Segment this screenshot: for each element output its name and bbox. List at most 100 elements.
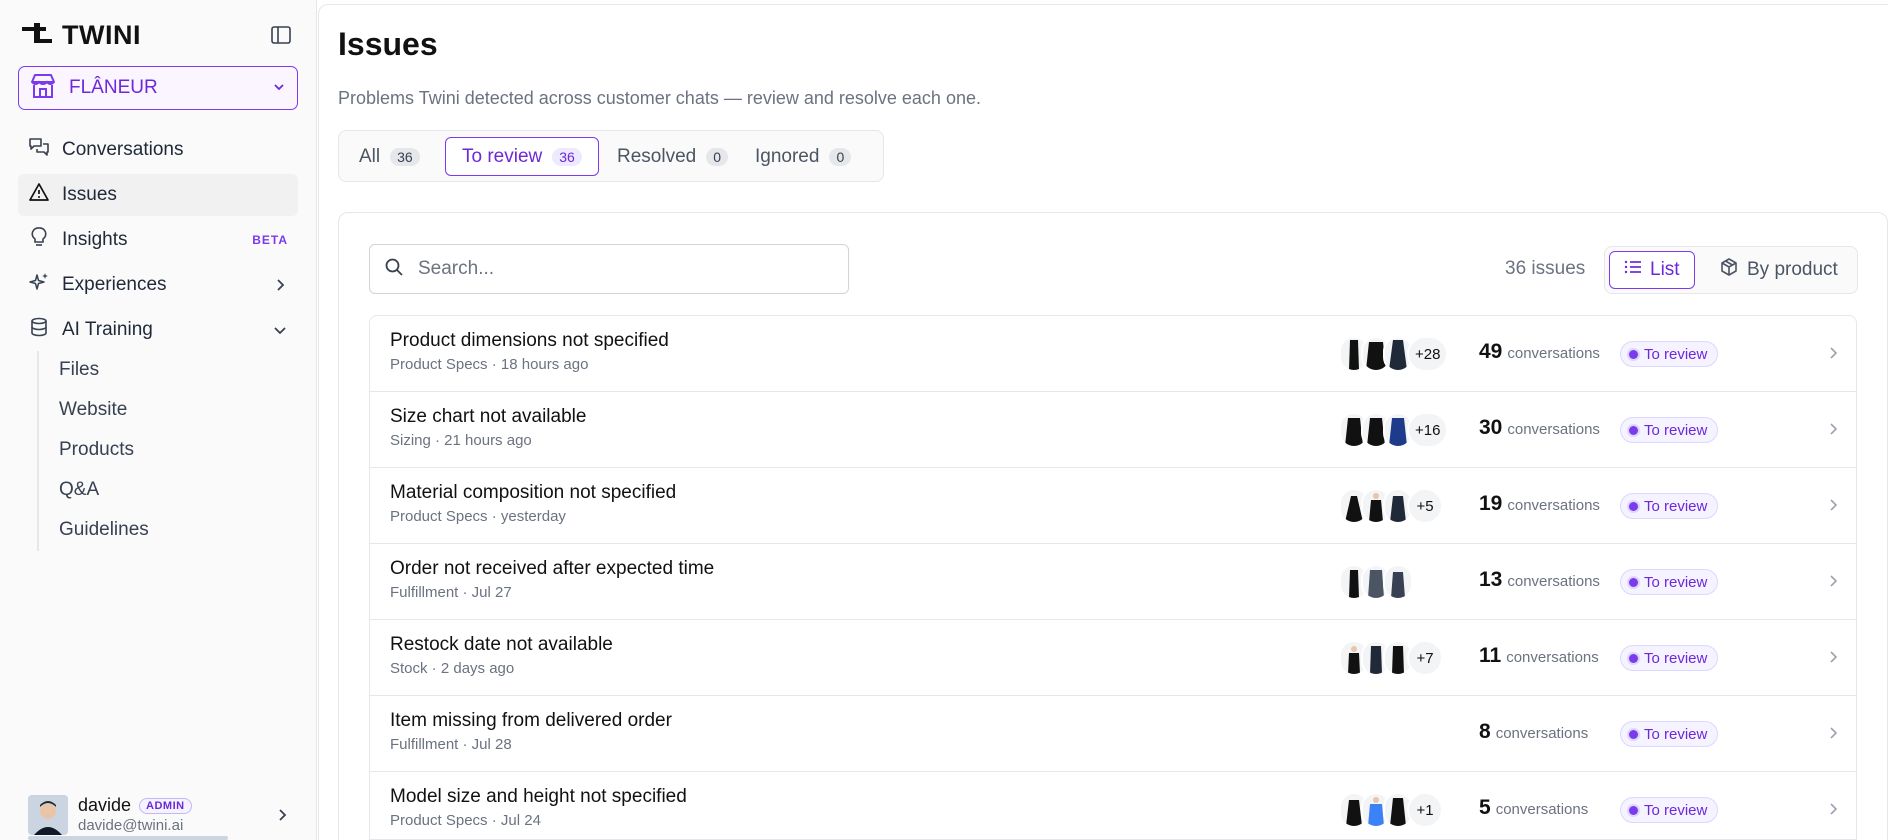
tab-to-review[interactable]: To review 36 <box>445 137 599 176</box>
status-dot-icon <box>1629 577 1638 587</box>
sidebar-subitem-products[interactable]: Products <box>59 435 134 465</box>
role-badge: ADMIN <box>139 797 192 814</box>
table-row[interactable]: Model size and height not specified Prod… <box>370 772 1856 839</box>
issue-meta: Product Specs · 18 hours ago <box>390 356 589 373</box>
product-thumbnails: +1 <box>1339 792 1443 828</box>
table-row[interactable]: Item missing from delivered order Fulfil… <box>370 696 1856 772</box>
chat-icon <box>28 136 50 164</box>
search-box[interactable] <box>369 244 849 294</box>
chevron-down-icon <box>272 322 288 344</box>
tab-label: Resolved <box>617 145 697 167</box>
by-product-view-label: By product <box>1747 259 1838 280</box>
sidebar-subitem-guidelines[interactable]: Guidelines <box>59 515 149 545</box>
sidebar-item-label: Issues <box>62 184 117 205</box>
lightbulb-icon <box>28 226 50 254</box>
status-dot-icon <box>1629 805 1638 815</box>
tab-label: All <box>359 145 381 167</box>
issue-meta: Stock · 2 days ago <box>390 660 515 677</box>
database-icon <box>28 316 50 344</box>
status-label: To review <box>1644 573 1708 591</box>
user-menu[interactable]: davide ADMIN davide@twini.ai <box>28 795 298 837</box>
page-subtitle: Problems Twini detected across customer … <box>338 88 981 108</box>
status-label: To review <box>1644 345 1708 363</box>
sidebar-subitem-qa[interactable]: Q&A <box>59 475 99 505</box>
by-product-view-button[interactable]: By product <box>1705 251 1852 289</box>
sidebar-subitem-website[interactable]: Website <box>59 395 127 425</box>
sidebar-item-experiences[interactable]: Experiences <box>18 264 298 306</box>
table-row[interactable]: Size chart not available Sizing · 21 hou… <box>370 392 1856 468</box>
conversation-count: 5 conversations <box>1479 796 1588 820</box>
status-label: To review <box>1644 649 1708 667</box>
twini-logo-icon <box>20 21 54 50</box>
status-badge: To review <box>1620 417 1719 443</box>
status-badge: To review <box>1620 645 1719 671</box>
sidebar-scrollbar[interactable] <box>28 836 228 840</box>
brand-name: TWINI <box>62 19 141 50</box>
conversation-count: 49 conversations <box>1479 340 1600 364</box>
status-badge: To review <box>1620 493 1719 519</box>
status-tabs: All 36 To review 36 Resolved 0 Ignored 0 <box>338 130 884 182</box>
avatar <box>28 795 68 835</box>
product-thumbnails <box>1339 564 1413 600</box>
issue-meta: Product Specs · yesterday <box>390 508 566 525</box>
issue-title: Size chart not available <box>390 406 587 427</box>
product-thumbnails: +28 <box>1339 336 1449 372</box>
issue-meta: Fulfillment · Jul 27 <box>390 584 512 601</box>
warning-icon <box>28 181 50 209</box>
chevron-right-icon <box>272 277 288 299</box>
brand-logo[interactable]: TWINI <box>20 20 141 50</box>
sidebar-subitem-files[interactable]: Files <box>59 355 99 385</box>
conversation-count-label: conversations <box>1507 421 1600 438</box>
search-input[interactable] <box>418 258 818 280</box>
conversation-count-value: 30 <box>1479 416 1503 439</box>
status-dot-icon <box>1629 653 1638 663</box>
issues-table: Product dimensions not specified Product… <box>369 315 1857 840</box>
conversation-count-value: 19 <box>1479 492 1503 515</box>
conversation-count-value: 8 <box>1479 720 1491 743</box>
more-products-badge: +7 <box>1407 640 1443 676</box>
sidebar-toggle-icon[interactable] <box>268 23 294 47</box>
issue-title: Model size and height not specified <box>390 786 687 807</box>
chevron-right-icon <box>1826 650 1840 669</box>
tab-count: 36 <box>552 147 582 166</box>
tab-all[interactable]: All 36 <box>343 137 436 176</box>
issue-title: Material composition not specified <box>390 482 677 503</box>
store-switcher[interactable]: FLÂNEUR <box>18 66 298 110</box>
product-thumbnail <box>1383 564 1413 600</box>
tab-count: 0 <box>829 147 852 166</box>
search-icon <box>384 257 404 282</box>
tab-ignored[interactable]: Ignored 0 <box>739 137 867 176</box>
status-dot-icon <box>1629 729 1638 739</box>
conversation-count-label: conversations <box>1506 649 1599 666</box>
list-icon <box>1624 259 1642 281</box>
table-row[interactable]: Restock date not available Stock · 2 day… <box>370 620 1856 696</box>
conversation-count-label: conversations <box>1507 497 1600 514</box>
table-row[interactable]: Material composition not specified Produ… <box>370 468 1856 544</box>
conversation-count: 30 conversations <box>1479 416 1600 440</box>
sidebar-item-conversations[interactable]: Conversations <box>18 129 298 171</box>
issue-title: Item missing from delivered order <box>390 710 672 731</box>
status-label: To review <box>1644 421 1708 439</box>
status-badge: To review <box>1620 797 1719 823</box>
conversation-count-label: conversations <box>1495 801 1589 818</box>
issue-meta: Product Specs · Jul 24 <box>390 812 541 829</box>
list-view-button[interactable]: List <box>1609 251 1695 289</box>
more-products-badge: +16 <box>1407 412 1449 448</box>
table-row[interactable]: Order not received after expected time F… <box>370 544 1856 620</box>
sidebar-item-ai-training[interactable]: AI Training <box>18 309 298 351</box>
issue-title: Restock date not available <box>390 634 613 655</box>
conversation-count-label: conversations <box>1507 573 1600 590</box>
sidebar-item-issues[interactable]: Issues <box>18 174 298 216</box>
status-label: To review <box>1644 497 1708 515</box>
sidebar-item-label: Conversations <box>62 139 184 160</box>
store-name: FLÂNEUR <box>69 77 158 98</box>
issues-count: 36 issues <box>1505 258 1586 279</box>
sidebar: TWINI FLÂNEUR Conversations Issues Insig… <box>0 0 317 840</box>
sidebar-item-insights[interactable]: Insights BETA <box>18 219 298 261</box>
issue-title: Product dimensions not specified <box>390 330 669 351</box>
status-label: To review <box>1644 725 1708 743</box>
more-products-badge: +28 <box>1407 336 1449 372</box>
table-row[interactable]: Product dimensions not specified Product… <box>370 316 1856 392</box>
tab-resolved[interactable]: Resolved 0 <box>601 137 744 176</box>
user-name: davide <box>78 795 132 815</box>
